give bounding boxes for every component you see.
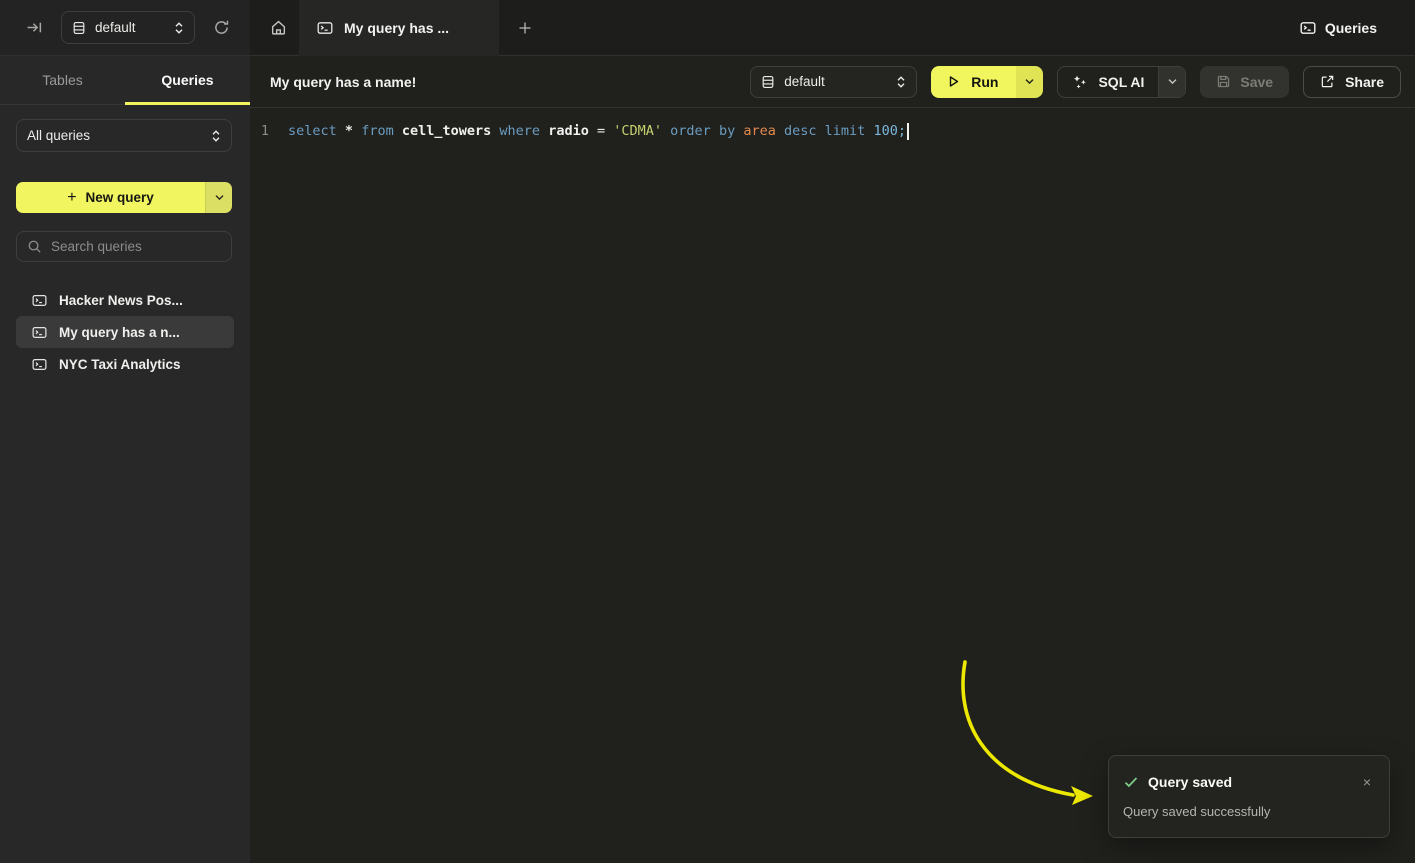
new-tab-button[interactable] xyxy=(511,14,539,42)
share-label: Share xyxy=(1345,74,1384,90)
toolbar-actions: default Run xyxy=(750,66,1401,98)
refresh-icon xyxy=(213,19,230,36)
tab-tables[interactable]: Tables xyxy=(0,56,125,104)
new-query-label: New query xyxy=(86,190,154,205)
tab-my-query[interactable]: My query has ... xyxy=(299,0,499,56)
annotation-arrow xyxy=(935,650,1110,815)
sql-editor[interactable]: 1 select * from cell_towers where radio … xyxy=(250,108,1415,145)
check-icon xyxy=(1123,774,1139,790)
share-icon xyxy=(1320,74,1335,89)
database-selector-toolbar-value: default xyxy=(784,74,887,89)
query-filter-select[interactable]: All queries xyxy=(16,119,232,152)
sql-code: select * from cell_towers where radio = … xyxy=(280,123,906,139)
chevron-down-icon xyxy=(1024,78,1035,85)
sql-ai-dropdown-button[interactable] xyxy=(1158,67,1185,97)
home-icon xyxy=(270,19,287,36)
toast-title: Query saved xyxy=(1148,774,1232,790)
topbar-main: My query has ... Queries xyxy=(250,0,1415,56)
sql-ai-split-button: SQL AI xyxy=(1057,66,1186,98)
query-item-label: My query has a n... xyxy=(59,325,180,340)
sql-ai-button[interactable]: SQL AI xyxy=(1058,67,1158,97)
sidebar-tabs: Tables Queries xyxy=(0,56,250,105)
save-icon xyxy=(1216,74,1231,89)
new-query-split-button: + New query xyxy=(16,182,232,213)
collapse-sidebar-button[interactable] xyxy=(22,15,47,40)
sparkles-icon xyxy=(1072,74,1088,90)
run-button[interactable]: Run xyxy=(931,66,1016,98)
tab-label: My query has ... xyxy=(344,20,449,36)
database-icon xyxy=(761,75,775,89)
queries-indicator[interactable]: Queries xyxy=(1300,20,1415,36)
query-list-item[interactable]: Hacker News Pos... xyxy=(16,284,234,316)
editor-toolbar: My query has a name! default xyxy=(250,56,1415,108)
query-list: Hacker News Pos... My query has a n... N… xyxy=(16,284,234,380)
play-icon xyxy=(946,74,961,89)
line-number: 1 xyxy=(250,123,280,139)
sql-ai-label: SQL AI xyxy=(1098,74,1144,90)
arrow-to-bar-icon xyxy=(26,19,43,36)
terminal-icon xyxy=(317,20,333,36)
toast-query-saved: Query saved × Query saved successfully xyxy=(1108,755,1390,838)
save-button[interactable]: Save xyxy=(1200,66,1289,98)
database-selector[interactable]: default xyxy=(61,11,195,44)
query-item-label: Hacker News Pos... xyxy=(59,293,183,308)
new-query-button[interactable]: + New query xyxy=(16,182,205,213)
query-title: My query has a name! xyxy=(270,74,416,90)
query-list-item[interactable]: NYC Taxi Analytics xyxy=(16,348,234,380)
chevron-up-down-icon xyxy=(211,129,221,143)
main-content: My query has a name! default xyxy=(250,56,1415,863)
sidebar: Tables Queries All queries + New query xyxy=(0,56,250,863)
chevron-down-icon xyxy=(1167,78,1178,85)
run-split-button: Run xyxy=(931,66,1043,98)
search-queries-box xyxy=(16,231,232,262)
plus-icon xyxy=(517,20,533,36)
run-dropdown-button[interactable] xyxy=(1016,66,1043,98)
terminal-icon xyxy=(32,293,47,308)
home-button[interactable] xyxy=(262,12,294,44)
new-query-dropdown-button[interactable] xyxy=(205,182,232,213)
chevron-up-down-icon xyxy=(896,75,906,89)
database-selector-value: default xyxy=(95,20,165,35)
chevron-up-down-icon xyxy=(174,21,184,35)
toast-header: Query saved × xyxy=(1123,773,1375,791)
toast-close-button[interactable]: × xyxy=(1359,773,1375,791)
refresh-button[interactable] xyxy=(209,15,234,40)
queries-indicator-label: Queries xyxy=(1325,20,1377,36)
search-queries-input[interactable] xyxy=(51,239,221,254)
database-selector-toolbar[interactable]: default xyxy=(750,66,917,98)
query-list-item[interactable]: My query has a n... xyxy=(16,316,234,348)
code-line: 1 select * from cell_towers where radio … xyxy=(250,117,1415,145)
topbar-left: default xyxy=(0,0,250,56)
search-icon xyxy=(27,239,42,254)
terminal-icon xyxy=(32,357,47,372)
chevron-down-icon xyxy=(214,194,225,201)
toast-message: Query saved successfully xyxy=(1123,804,1375,819)
text-cursor xyxy=(907,123,909,140)
save-label: Save xyxy=(1240,74,1273,90)
sidebar-body: All queries + New query xyxy=(0,105,250,380)
query-filter-value: All queries xyxy=(27,128,202,143)
terminal-icon xyxy=(32,325,47,340)
query-item-label: NYC Taxi Analytics xyxy=(59,357,181,372)
terminal-icon xyxy=(1300,20,1316,36)
database-icon xyxy=(72,21,86,35)
tab-queries[interactable]: Queries xyxy=(125,56,250,104)
share-button[interactable]: Share xyxy=(1303,66,1401,98)
plus-icon: + xyxy=(67,189,76,207)
run-label: Run xyxy=(971,74,998,90)
app-root: default xyxy=(0,0,1415,863)
